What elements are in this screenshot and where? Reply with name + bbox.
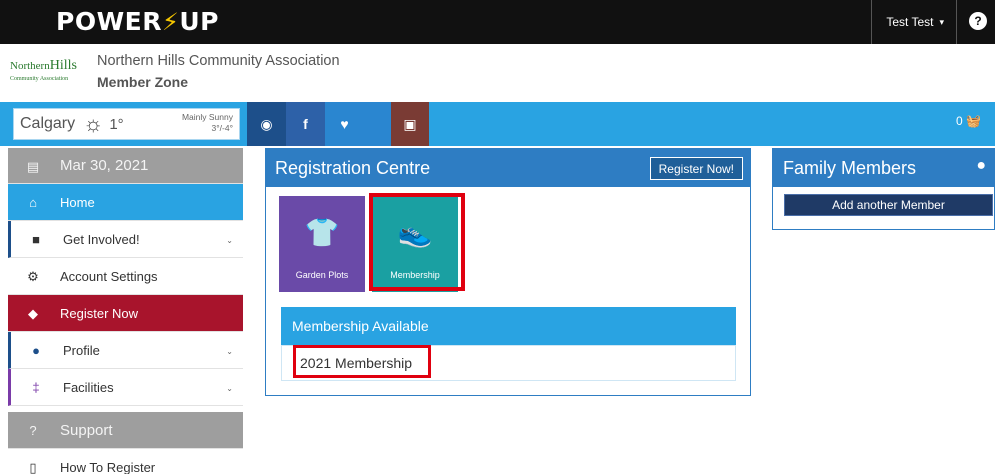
family-members-panel: Family Members ● Add another Member <box>772 148 995 230</box>
sidebar-support-header: ? Support <box>8 412 243 449</box>
org-logo[interactable]: NorthernHills Community Association <box>10 59 77 84</box>
question-icon: ? <box>29 423 37 438</box>
add-member-button[interactable]: Add another Member <box>784 194 993 216</box>
family-members-title: Family Members <box>773 149 994 187</box>
chevron-down-icon: ⌄ <box>226 236 233 245</box>
gear-icon: ⚙ <box>27 269 39 284</box>
lightning-icon: ⚡ <box>161 8 180 36</box>
top-bar: POWER⚡UP Test Test ▾ ? <box>0 0 995 44</box>
sidebar-item-register-now[interactable]: ◆ Register Now <box>8 295 243 332</box>
globe-icon[interactable]: ◉ <box>247 102 286 146</box>
sidebar-item-get-involved[interactable]: ■ Get Involved! ⌄ <box>8 221 243 258</box>
chevron-down-icon: ▾ <box>939 16 944 27</box>
tag-icon: ◆ <box>28 306 38 321</box>
sidebar: ▤ Mar 30, 2021 ⌂ Home ■ Get Involved! ⌄ … <box>8 148 243 474</box>
help-icon[interactable]: ? <box>969 12 987 30</box>
user-name: Test Test <box>886 15 934 29</box>
sun-icon: ☼ <box>83 111 104 136</box>
camera-icon: ■ <box>32 232 40 247</box>
twitter-button-bg <box>364 102 391 146</box>
cart-count: 0 <box>956 114 963 128</box>
facilities-icon: ‡ <box>32 380 40 395</box>
weather-condition: Mainly Sunny 3°/-4° <box>181 112 233 133</box>
twitter-icon[interactable]: ♥ <box>325 102 364 146</box>
weather-city: Calgary <box>20 115 76 132</box>
calendar-icon: ▤ <box>26 159 40 174</box>
cart-button[interactable]: 0 🧺 <box>956 114 981 128</box>
garden-plots-tile[interactable]: 👕 Garden Plots <box>279 196 365 292</box>
sidebar-item-account-settings[interactable]: ⚙ Account Settings <box>8 258 243 295</box>
user-icon: ● <box>976 157 986 174</box>
user-menu[interactable]: Test Test ▾ <box>871 0 957 44</box>
home-icon: ⌂ <box>29 195 37 210</box>
sidebar-item-facilities[interactable]: ‡ Facilities ⌄ <box>8 369 243 406</box>
sidebar-date: ▤ Mar 30, 2021 <box>8 148 243 184</box>
org-name: Northern Hills Community Association <box>97 53 340 69</box>
sidebar-item-profile[interactable]: ● Profile ⌄ <box>8 332 243 369</box>
basket-icon: 🧺 <box>966 114 981 128</box>
chevron-down-icon: ⌄ <box>226 347 233 356</box>
register-now-button[interactable]: Register Now! <box>649 157 743 180</box>
highlight-box-membership-item <box>293 345 431 378</box>
membership-available-header: Membership Available <box>281 307 736 345</box>
sidebar-item-how-to-register[interactable]: ▯ How To Register <box>8 449 243 474</box>
weather-temp: 1° <box>109 115 124 133</box>
chevron-down-icon: ⌄ <box>226 384 233 393</box>
weather-widget: Calgary ☼ 1° Mainly Sunny 3°/-4° <box>13 108 240 140</box>
powerup-logo[interactable]: POWER⚡UP <box>56 7 219 36</box>
tshirt-icon: 👕 <box>304 217 340 248</box>
instagram-icon[interactable]: ▣ <box>391 102 429 146</box>
page-title: Member Zone <box>97 74 189 90</box>
sidebar-item-home[interactable]: ⌂ Home <box>8 184 243 221</box>
document-icon: ▯ <box>29 460 37 474</box>
user-icon: ● <box>32 343 40 358</box>
highlight-box-membership-tile <box>369 193 465 291</box>
facebook-icon[interactable]: f <box>286 102 325 146</box>
